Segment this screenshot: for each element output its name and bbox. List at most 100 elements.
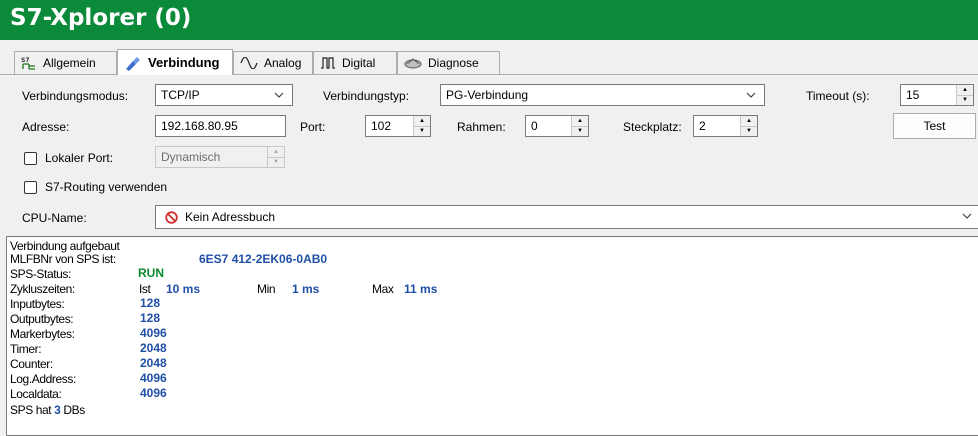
sps-status-label: SPS-Status: [10,267,71,281]
slot-label: Steckplatz: [623,120,682,134]
spin-buttons: ▲ ▼ [267,147,284,167]
spin-up-icon[interactable]: ▲ [414,116,430,126]
tab-bar: S7 Allgemein Verbindung Analog Digital D… [0,40,978,75]
spin-down-icon[interactable]: ▼ [414,125,430,137]
spin-buttons[interactable]: ▲ ▼ [571,116,588,136]
rack-label: Rahmen: [457,120,506,134]
connection-mode-value: TCP/IP [161,88,200,102]
address-value: 192.168.80.95 [161,119,238,133]
connection-type-label: Verbindungstyp: [323,89,410,103]
test-button[interactable]: Test [893,113,976,139]
local-port-checkbox[interactable] [24,152,37,165]
cycle-times-label: Zykluszeiten: [10,282,75,296]
tab-label: Analog [264,56,302,70]
tab-allgemein[interactable]: S7 Allgemein [14,51,117,74]
spin-buttons[interactable]: ▲ ▼ [956,85,973,105]
connection-type-value: PG-Verbindung [446,88,529,102]
port-value: 102 [371,119,392,133]
spin-buttons[interactable]: ▲ ▼ [413,116,430,136]
tab-verbindung[interactable]: Verbindung [117,49,233,75]
markerbytes-label: Markerbytes: [10,327,75,341]
db-count-value: 3 [54,403,61,417]
counter-value: 2048 [140,356,167,370]
cycle-ist-label: Ist [139,282,151,296]
spin-down-icon[interactable]: ▼ [741,125,757,137]
sps-status-value: RUN [138,266,164,280]
tab-label: Digital [342,56,376,70]
window-title: S7-Xplorer (0) [10,5,192,31]
db-suffix: DBs [63,403,85,417]
svg-text:S7: S7 [21,57,30,64]
tab-label: Verbindung [148,55,220,70]
status-output-panel[interactable]: Verbindung aufgebaut MLFBNr von SPS ist:… [6,236,978,436]
spin-up-icon[interactable]: ▲ [741,116,757,126]
spin-down-icon: ▼ [268,156,284,168]
cpu-name-value: Kein Adressbuch [185,210,276,224]
square-wave-icon [320,57,336,69]
rack-stepper[interactable]: 0 ▲ ▼ [525,115,589,137]
timeout-value: 15 [906,88,920,102]
port-stepper[interactable]: 102 ▲ ▼ [365,115,431,137]
outputbytes-label: Outputbytes: [10,312,74,326]
spin-up-icon[interactable]: ▲ [572,116,588,126]
cycle-max-label: Max [372,282,394,296]
title-bar: S7-Xplorer (0) [0,0,978,40]
spin-down-icon[interactable]: ▼ [957,94,973,106]
inputbytes-label: Inputbytes: [10,297,65,311]
connection-type-select[interactable]: PG-Verbindung [440,84,765,106]
chevron-down-icon [746,88,756,105]
db-count-line: SPS hat 3 DBs [10,403,85,417]
counter-label: Counter: [10,357,53,371]
mlfb-label: MLFBNr von SPS ist: [10,252,116,266]
spin-up-icon[interactable]: ▲ [957,85,973,95]
status-connected-text: Verbindung aufgebaut [10,239,120,253]
markerbytes-value: 4096 [140,326,167,340]
slot-stepper[interactable]: 2 ▲ ▼ [693,115,758,137]
mlfb-value: 6ES7 412-2EK06-0AB0 [199,252,328,266]
cpu-name-select[interactable]: Kein Adressbuch [155,205,978,229]
cycle-min-label: Min [257,282,276,296]
chevron-down-icon [962,209,972,226]
tab-analog[interactable]: Analog [233,51,313,74]
spin-up-icon: ▲ [273,148,279,155]
local-port-value: Dynamisch [161,150,221,164]
s7-routing-checkbox[interactable] [24,181,37,194]
s7-routing-label: S7-Routing verwenden [45,180,168,194]
no-entry-icon [165,210,178,224]
timer-label: Timer: [10,342,42,356]
address-field[interactable]: 192.168.80.95 [155,115,286,137]
cycle-ist-value: 10 ms [166,282,201,296]
local-port-label: Lokaler Port: [45,151,114,165]
tab-label: Diagnose [428,56,479,70]
localdata-label: Localdata: [10,387,62,401]
timeout-stepper[interactable]: 15 ▲ ▼ [900,84,974,106]
log-address-value: 4096 [140,371,167,385]
local-port-stepper: Dynamisch ▲ ▼ [155,146,285,168]
timeout-label: Timeout (s): [806,89,870,103]
log-address-label: Log.Address: [10,372,76,386]
cpu-name-label: CPU-Name: [22,211,87,225]
spin-down-icon[interactable]: ▼ [572,125,588,137]
tab-diagnose[interactable]: Diagnose [397,51,500,74]
chevron-down-icon [274,88,284,105]
stethoscope-icon [404,56,422,70]
connection-mode-select[interactable]: TCP/IP [155,84,293,106]
slot-value: 2 [699,119,706,133]
outputbytes-value: 128 [140,311,161,325]
cycle-min-value: 1 ms [292,282,320,296]
plug-connection-icon [124,55,142,71]
cycle-max-value: 11 ms [404,282,438,296]
sine-wave-icon [240,57,258,69]
inputbytes-value: 128 [140,296,161,310]
s7-network-icon: S7 [21,56,37,70]
tab-label: Allgemein [43,56,96,70]
mode-label: Verbindungsmodus: [22,89,129,103]
port-label: Port: [300,120,326,134]
db-prefix: SPS hat [10,403,52,417]
localdata-value: 4096 [140,386,167,400]
tab-digital[interactable]: Digital [313,51,397,74]
address-label: Adresse: [22,120,70,134]
rack-value: 0 [531,119,538,133]
timer-value: 2048 [140,341,167,355]
spin-buttons[interactable]: ▲ ▼ [740,116,757,136]
